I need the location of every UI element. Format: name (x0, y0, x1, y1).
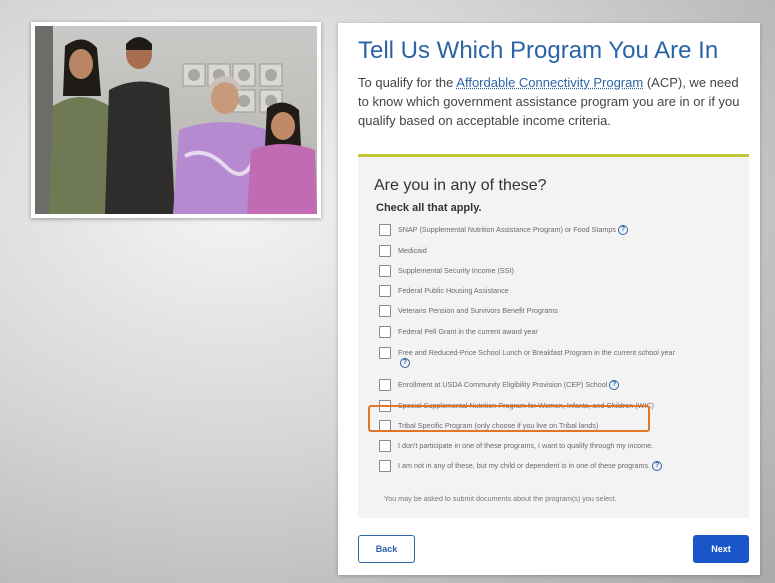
intro-text: To qualify for the Affordable Connectivi… (358, 73, 753, 130)
option-label: Veterans Pension and Survivors Benefit P… (398, 306, 558, 315)
checkbox[interactable] (379, 440, 391, 452)
option-label: Federal Pell Grant in the current award … (398, 327, 538, 336)
option-label: SNAP (Supplemental Nutrition Assistance … (398, 224, 628, 236)
acp-link[interactable]: Affordable Connectivity Program (456, 75, 643, 90)
option-label-text: Enrollment at USDA Community Eligibility… (398, 380, 608, 389)
next-button[interactable]: Next (693, 535, 749, 563)
checkbox[interactable] (379, 326, 391, 338)
checkbox[interactable] (379, 379, 391, 391)
documents-note: You may be asked to submit documents abo… (384, 494, 617, 503)
tribal-option-highlight (368, 405, 650, 432)
help-icon[interactable]: ? (652, 461, 663, 472)
program-selection-card: Tell Us Which Program You Are In To qual… (338, 23, 760, 575)
question-subtitle: Check all that apply. (376, 202, 482, 214)
option-cep-school[interactable]: Enrollment at USDA Community Eligibility… (379, 379, 729, 391)
family-photo-frame (31, 22, 321, 218)
program-panel: Are you in any of these? Check all that … (358, 154, 749, 518)
checkbox[interactable] (379, 265, 391, 277)
question-title: Are you in any of these? (374, 177, 547, 194)
option-label: Federal Public Housing Assistance (398, 286, 509, 295)
option-label: Medicaid (398, 246, 427, 255)
checkbox[interactable] (379, 224, 391, 236)
checkbox[interactable] (379, 285, 391, 297)
option-school-lunch[interactable]: Free and Reduced-Price School Lunch or B… (379, 347, 729, 369)
checkbox[interactable] (379, 305, 391, 317)
help-icon[interactable]: ? (617, 225, 628, 236)
option-public-housing[interactable]: Federal Public Housing Assistance (379, 285, 729, 297)
help-icon[interactable]: ? (609, 380, 620, 391)
option-ssi[interactable]: Supplemental Security Income (SSI) (379, 265, 729, 277)
option-label: I don't participate in one of these prog… (398, 441, 654, 450)
option-label: Supplemental Security Income (SSI) (398, 266, 514, 275)
option-medicaid[interactable]: Medicaid (379, 245, 729, 257)
checkbox[interactable] (379, 460, 391, 472)
checkbox[interactable] (379, 245, 391, 257)
option-snap[interactable]: SNAP (Supplemental Nutrition Assistance … (379, 224, 729, 236)
option-label: Enrollment at USDA Community Eligibility… (398, 379, 620, 391)
option-dependent[interactable]: I am not in any of these, but my child o… (379, 460, 729, 472)
option-label-text: SNAP (Supplemental Nutrition Assistance … (398, 225, 616, 234)
option-label-text: I am not in any of these, but my child o… (398, 461, 651, 470)
back-button[interactable]: Back (358, 535, 415, 563)
checkbox[interactable] (379, 347, 391, 359)
intro-text-start: To qualify for the (358, 75, 457, 90)
option-income[interactable]: I don't participate in one of these prog… (379, 440, 729, 452)
page-title: Tell Us Which Program You Are In (358, 37, 719, 64)
option-label-text: Free and Reduced-Price School Lunch or B… (398, 348, 675, 357)
help-icon[interactable]: ? (400, 358, 410, 369)
family-photo (35, 26, 317, 214)
option-label: Free and Reduced-Price School Lunch or B… (398, 347, 675, 369)
option-pell-grant[interactable]: Federal Pell Grant in the current award … (379, 326, 729, 338)
option-veterans-pension[interactable]: Veterans Pension and Survivors Benefit P… (379, 305, 729, 317)
option-label: I am not in any of these, but my child o… (398, 460, 663, 472)
